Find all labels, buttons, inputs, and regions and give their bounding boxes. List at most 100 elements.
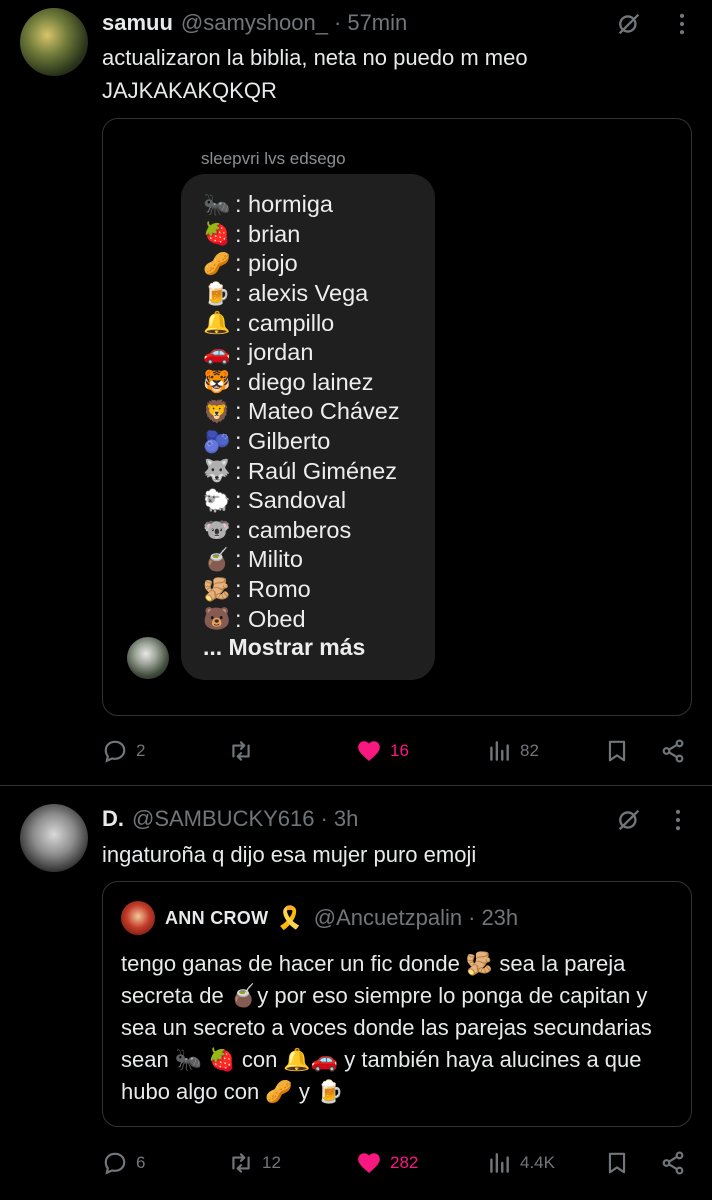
list-item: 🧉: Milito [203,545,400,575]
quote-time: 23h [481,905,519,930]
views-count: 82 [520,741,539,760]
item-label: : campillo [235,309,335,336]
bookmark-icon [608,740,626,762]
like-count: 16 [390,741,409,760]
share-button[interactable] [660,1143,686,1183]
share-icon [662,739,684,763]
reply-button[interactable]: 2 [102,731,145,771]
bookmark-icon [608,1152,626,1174]
author-handle[interactable]: @samyshoon_ [181,10,328,36]
share-button[interactable] [660,731,686,771]
like-button[interactable]: 16 [356,731,409,771]
more-options-icon[interactable] [668,10,696,38]
reply-icon [104,740,126,763]
reply-count: 2 [136,741,146,760]
post-header: D. @SAMBUCKY616 · 3h [102,804,358,834]
item-label: : Milito [235,546,303,573]
item-label: : jordan [235,339,314,366]
separator-dot: · [468,905,476,930]
list-item: 🫐: Gilberto [203,427,400,457]
separator-dot: · [334,10,342,35]
avatar [121,901,155,935]
views-icon [490,741,509,761]
item-label: : hormiga [235,191,333,218]
item-label: : Obed [235,605,306,632]
message-sender: sleepvri lvs edsego [201,149,346,168]
item-label: : Romo [235,576,311,603]
avatar[interactable] [20,8,88,76]
quote-handle: @Ancuetzpalin [313,905,463,930]
repost-button[interactable] [228,731,262,771]
emoji: 🐨 [203,517,231,543]
emoji: 🔔 [203,310,231,336]
list-item: 🫚: Romo [203,575,400,605]
item-label: : piojo [235,250,298,277]
list-item: 🦁: Mateo Chávez [203,397,400,427]
list-item: 🐻: Obed [203,604,400,634]
separator-dot: · [320,806,328,831]
emoji: 🫚 [203,576,231,602]
emoji: 🐯 [203,369,231,395]
emoji: 🧉 [203,546,231,572]
quote-author-name: ANN CROW [165,907,269,928]
heart-icon [358,1153,380,1173]
views-button[interactable]: 4.4K [486,1143,555,1183]
list-item: 🍓: brian [203,220,400,250]
action-bar: 6 12 282 4.4K [100,1143,692,1183]
list-item: 🍺: alexis Vega [203,279,400,309]
post-1[interactable]: samuu @samyshoon_ · 57min actualizaron l… [0,0,712,786]
views-count: 4.4K [520,1153,555,1172]
like-button[interactable]: 282 [356,1143,418,1183]
media-image[interactable]: sleepvri lvs edsego 🐜: hormiga 🍓: brian … [102,118,692,716]
emoji: 🐜 [203,191,231,217]
grok-icon[interactable] [615,806,643,834]
avatar[interactable] [20,804,88,872]
repost-icon [232,1153,250,1173]
item-label: : brian [235,220,301,247]
item-label: : alexis Vega [235,280,369,307]
message-avatar [127,637,169,679]
share-icon [662,1151,684,1175]
list-item: 🐯: diego lainez [203,368,400,398]
action-bar: 2 16 82 [100,731,692,771]
bookmark-button[interactable] [604,1143,630,1183]
list-item: 🔔: campillo [203,308,400,338]
item-label: : Sandoval [235,487,347,514]
emoji: 🐺 [203,458,231,484]
reply-button[interactable]: 6 [102,1143,145,1183]
item-label: : Raúl Giménez [235,457,397,484]
more-options-icon[interactable] [664,806,692,834]
post-text-line: JAJKAKAKQKQR [102,78,277,103]
author-name[interactable]: samuu [102,10,173,36]
list-item: 🐑: Sandoval [203,486,400,516]
views-icon [490,1153,509,1173]
post-divider [0,785,712,786]
item-label: : camberos [235,516,352,543]
list-item: 🐜: hormiga [203,190,400,220]
emoji: 🐑 [203,487,231,513]
repost-button[interactable]: 12 [228,1143,281,1183]
reply-icon [104,1152,126,1175]
item-label: : Mateo Chávez [235,398,400,425]
quoted-post[interactable]: ANN CROW 🎗️ @Ancuetzpalin · 23h tengo ga… [102,881,692,1127]
heart-icon [358,741,380,761]
emoji-list: 🐜: hormiga 🍓: brian 🥜: piojo 🍺: alexis V… [203,190,400,634]
emoji: 🐻 [203,606,231,632]
list-item: 🚗: jordan [203,338,400,368]
reply-count: 6 [136,1153,146,1172]
repost-count: 12 [262,1153,281,1172]
emoji: 🍺 [203,280,231,306]
author-handle[interactable]: @SAMBUCKY616 [132,806,315,832]
item-label: : diego lainez [235,368,374,395]
post-time[interactable]: 3h [334,806,358,832]
post-time[interactable]: 57min [347,10,407,36]
item-label: : Gilberto [235,428,331,455]
post-text: ingaturoña q dijo esa mujer puro emoji [102,842,477,867]
bookmark-button[interactable] [604,731,630,771]
emoji: 🫐 [203,428,231,454]
grok-icon[interactable] [615,10,643,38]
author-name[interactable]: D. [102,806,124,832]
views-button[interactable]: 82 [486,731,539,771]
like-count: 282 [390,1153,419,1172]
list-item: 🐨: camberos [203,516,400,546]
